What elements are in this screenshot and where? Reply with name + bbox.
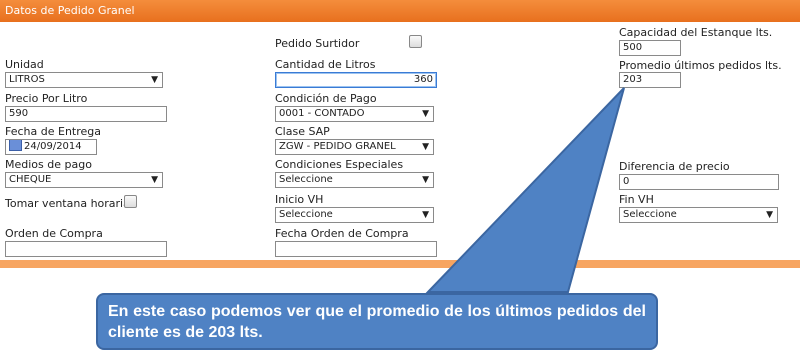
annotation-callout: En este caso podemos ver que el promedio… [96,293,658,350]
